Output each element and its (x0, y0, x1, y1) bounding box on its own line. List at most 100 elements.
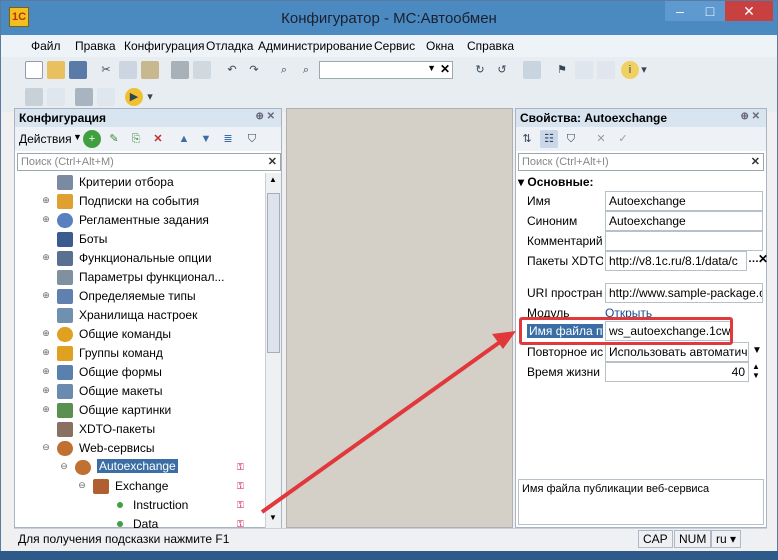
tree-item[interactable]: Хранилища настроек (15, 306, 265, 325)
language-indicator[interactable]: ru ▾ (711, 530, 742, 548)
configuration-search-input[interactable]: Поиск (Ctrl+Alt+M) ✕ (17, 153, 281, 171)
tree-item[interactable]: XDTO-пакеты (15, 420, 265, 439)
paste-icon[interactable] (141, 61, 159, 79)
search-icon[interactable]: ⌕ (297, 61, 315, 79)
filter-icon[interactable]: ⛉ (243, 130, 261, 148)
clear-search-icon[interactable]: ✕ (268, 155, 277, 168)
tree-item[interactable]: Критерии отбора (15, 173, 265, 192)
maximize-button[interactable]: □ (695, 1, 725, 21)
properties-search-input[interactable]: Поиск (Ctrl+Alt+I) ✕ (518, 153, 764, 171)
help-content-icon[interactable] (597, 61, 615, 79)
run-debug-icon[interactable]: ▶ (125, 88, 143, 106)
copy-icon[interactable] (119, 61, 137, 79)
expand-icon[interactable]: ⊕ (41, 348, 51, 358)
menu-edit[interactable]: Правка (75, 39, 116, 53)
cut-icon[interactable]: ✂ (97, 61, 115, 79)
print-preview-icon[interactable] (193, 61, 211, 79)
menu-file[interactable]: Файл (31, 39, 61, 53)
tree-scrollbar[interactable]: ▲ ▼ (265, 173, 281, 529)
name-field[interactable]: Autoexchange (605, 191, 763, 211)
collapse-icon[interactable]: ⊖ (77, 481, 87, 491)
tree-item[interactable]: ⊕ Определяемые типы (15, 287, 265, 306)
windows-icon[interactable] (523, 61, 541, 79)
save-icon[interactable] (69, 61, 87, 79)
collapse-icon[interactable]: ⊖ (41, 443, 51, 453)
apply-icon[interactable]: ✓ (614, 130, 632, 148)
expand-icon[interactable]: ⊕ (41, 196, 51, 206)
expand-icon[interactable]: ⊕ (41, 215, 51, 225)
group-basic[interactable]: ▾ Основные: (518, 175, 594, 189)
expand-icon[interactable]: ⊕ (41, 253, 51, 263)
clear-icon[interactable]: ✕ (758, 252, 768, 266)
tree-item[interactable]: ⊖ Web-сервисы (15, 439, 265, 458)
collapse-icon[interactable]: ⊖ (59, 462, 69, 472)
info-icon[interactable]: i (621, 61, 639, 79)
stepper-icon[interactable]: ▲ ▼ (752, 362, 760, 380)
scroll-up-icon[interactable]: ▲ (269, 175, 277, 184)
expand-icon[interactable]: ⊕ (41, 329, 51, 339)
comment-field[interactable] (605, 231, 763, 251)
syntax-assistant-icon[interactable] (575, 61, 593, 79)
print-icon[interactable] (171, 61, 189, 79)
find-in-files-icon[interactable]: ⌕ (275, 61, 293, 79)
search-combo-input[interactable]: ▼ ✕ (319, 61, 453, 79)
expand-icon[interactable]: ⊕ (41, 386, 51, 396)
toolbar-more-icon[interactable]: ▾ (639, 61, 649, 79)
run-menu-icon[interactable]: ▾ (145, 88, 155, 106)
sort-icon[interactable]: ≣ (219, 130, 237, 148)
menu-windows[interactable]: Окна (426, 39, 454, 53)
menu-configuration[interactable]: Конфигурация (124, 39, 205, 53)
clear-icon[interactable]: ✕ (440, 62, 450, 76)
update-config-icon[interactable] (97, 88, 115, 106)
collapse-icon[interactable]: ▾ (518, 175, 527, 189)
scrollbar-thumb[interactable] (267, 193, 280, 353)
copy-item-icon[interactable]: ⎘ (127, 130, 145, 148)
tree-item[interactable]: ⊕ Общие макеты (15, 382, 265, 401)
chevron-down-icon[interactable]: ▼ (427, 63, 436, 73)
open-folder-icon[interactable] (47, 61, 65, 79)
tree-item[interactable]: ⊕ Группы команд (15, 344, 265, 363)
tree-item[interactable]: ⊕ Общие формы (15, 363, 265, 382)
namespace-uri-field[interactable]: http://www.sample-package.org (605, 283, 763, 303)
delete-icon[interactable]: ✕ (149, 130, 167, 148)
reuse-sessions-dropdown[interactable]: Использовать автоматичес (605, 342, 749, 362)
tree-item[interactable]: Боты (15, 230, 265, 249)
synonym-field[interactable]: Autoexchange (605, 211, 763, 231)
pin-icon[interactable]: ⊕ ✕ (255, 111, 275, 122)
undo-icon[interactable]: ↶ (223, 61, 241, 79)
expand-icon[interactable]: ⊕ (41, 405, 51, 415)
cancel-icon[interactable]: ✕ (592, 130, 610, 148)
move-up-icon[interactable]: ▲ (175, 130, 193, 148)
compare-icon[interactable] (47, 88, 65, 106)
sort-alpha-icon[interactable]: ⇅ (518, 130, 536, 148)
categorized-icon[interactable]: ☷ (540, 130, 558, 148)
tree-item[interactable]: ⊕ Функциональные опции (15, 249, 265, 268)
expand-icon[interactable]: ⊕ (41, 291, 51, 301)
minimize-button[interactable]: – (665, 1, 695, 21)
assistant-icon[interactable]: ⚑ (553, 61, 571, 79)
expand-icon[interactable]: ⊕ (41, 367, 51, 377)
tree-item[interactable]: ⊕ Подписки на события (15, 192, 265, 211)
add-icon[interactable]: + (83, 130, 101, 148)
chevron-down-icon[interactable]: ▼ (73, 132, 82, 142)
config-window-icon[interactable] (25, 88, 43, 106)
scroll-down-icon[interactable]: ▼ (269, 513, 277, 522)
xdto-packages-field[interactable]: http://v8.1c.ru/8.1/data/c (605, 251, 747, 271)
close-button[interactable]: ✕ (725, 1, 773, 21)
move-down-icon[interactable]: ▼ (197, 130, 215, 148)
find-previous-icon[interactable]: ↺ (493, 61, 511, 79)
database-icon[interactable] (75, 88, 93, 106)
tree-item[interactable]: ⊕ Общие картинки (15, 401, 265, 420)
session-lifetime-field[interactable]: 40 (605, 362, 749, 382)
pin-icon[interactable]: ⊕ ✕ (740, 111, 760, 122)
menu-debug[interactable]: Отладка (206, 39, 253, 53)
menu-help[interactable]: Справка (467, 39, 514, 53)
new-document-icon[interactable] (25, 61, 43, 79)
filter-properties-icon[interactable]: ⛉ (562, 130, 580, 148)
title-bar[interactable]: 1C Конфигуратор - МС:Автообмен – □ ✕ (1, 1, 777, 35)
tree-item[interactable]: ⊕ Общие команды (15, 325, 265, 344)
tree-item[interactable]: ⊖ Autoexchange ⚿ (15, 458, 265, 477)
find-next-icon[interactable]: ↻ (471, 61, 489, 79)
tree-item[interactable]: Data ⚿ (15, 515, 265, 529)
tree-item[interactable]: ⊖ Exchange ⚿ (15, 477, 265, 496)
